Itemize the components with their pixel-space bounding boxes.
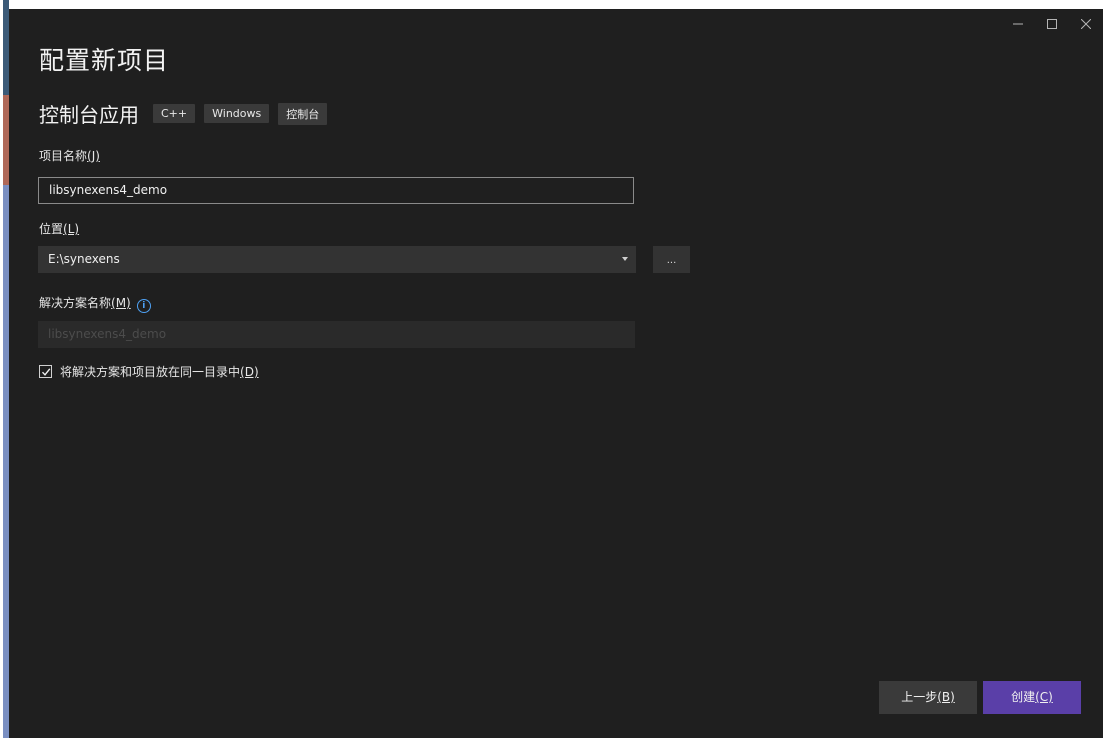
same-directory-accelerator: (D) xyxy=(240,365,259,379)
same-directory-option[interactable]: 将解决方案和项目放在同一目录中(D) xyxy=(39,363,259,380)
create-button[interactable]: 创建(C) xyxy=(983,681,1081,714)
create-button-label: 创建 xyxy=(1011,690,1036,704)
project-name-label-text: 项目名称 xyxy=(39,149,88,163)
tag-platform: Windows xyxy=(204,104,270,123)
solution-name-label: 解决方案名称(M) i xyxy=(39,294,151,313)
tag-project-type: 控制台 xyxy=(278,102,328,125)
back-button-label: 上一步 xyxy=(901,690,938,704)
close-button[interactable] xyxy=(1069,9,1103,39)
left-edge-strip xyxy=(0,0,9,738)
template-header: 控制台应用 C++ Windows 控制台 xyxy=(39,99,336,128)
solution-name-input: libsynexens4_demo xyxy=(38,321,635,348)
checkmark-icon xyxy=(41,368,51,376)
same-directory-checkbox[interactable] xyxy=(39,365,52,378)
minimize-button[interactable] xyxy=(1001,9,1035,39)
project-name-input[interactable]: libsynexens4_demo xyxy=(38,177,634,204)
same-directory-label: 将解决方案和项目放在同一目录中(D) xyxy=(60,363,259,380)
template-name: 控制台应用 xyxy=(39,103,139,127)
back-accelerator: (B) xyxy=(937,690,955,704)
maximize-button[interactable] xyxy=(1035,9,1069,39)
solution-name-label-text: 解决方案名称 xyxy=(39,296,112,310)
same-directory-label-text: 将解决方案和项目放在同一目录中 xyxy=(60,365,241,379)
minimize-icon xyxy=(1013,23,1023,25)
tag-language: C++ xyxy=(153,104,196,123)
create-accelerator: (C) xyxy=(1035,690,1053,704)
back-button[interactable]: 上一步(B) xyxy=(879,681,977,714)
solution-name-accelerator: (M) xyxy=(111,296,131,310)
window-controls xyxy=(1001,9,1103,39)
location-label-text: 位置 xyxy=(39,222,64,236)
info-icon[interactable]: i xyxy=(136,299,151,313)
location-value: E:\synexens xyxy=(48,252,120,266)
dialog-window: 配置新项目 控制台应用 C++ Windows 控制台 项目名称(J) libs… xyxy=(9,9,1103,738)
location-accelerator: (L) xyxy=(63,222,80,236)
browse-button[interactable]: ... xyxy=(653,246,690,273)
chevron-down-icon[interactable] xyxy=(622,257,628,261)
location-label: 位置(L) xyxy=(39,220,79,237)
location-dropdown[interactable]: E:\synexens xyxy=(38,246,636,273)
project-name-accelerator: (J) xyxy=(87,149,100,163)
maximize-icon xyxy=(1047,19,1057,29)
close-icon xyxy=(1081,19,1091,29)
page-title: 配置新项目 xyxy=(39,46,170,75)
project-name-label: 项目名称(J) xyxy=(39,147,100,164)
